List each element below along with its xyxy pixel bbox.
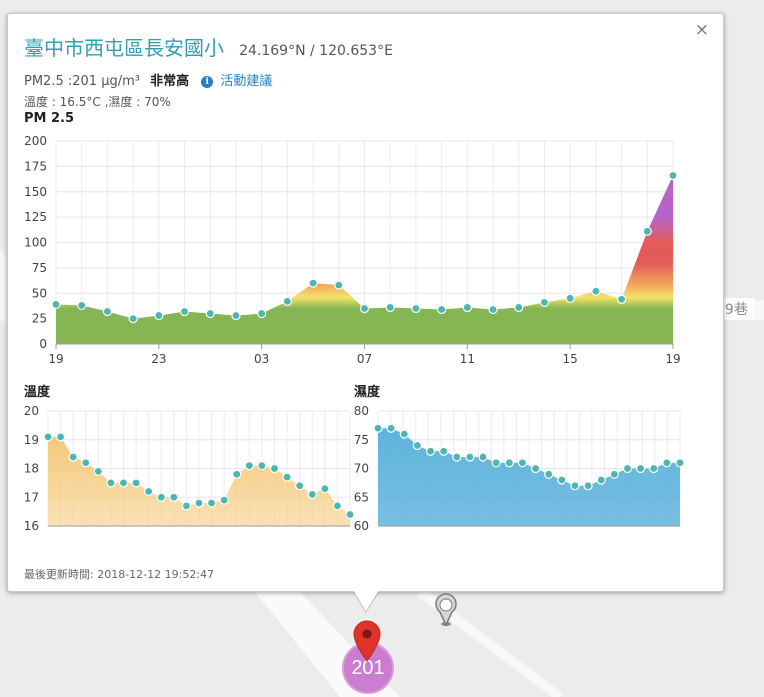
station-popup: × 臺中市西屯區長安國小 24.169°N / 120.653°E PM2.5 … — [7, 13, 724, 592]
data-point — [622, 463, 633, 474]
data-point — [425, 446, 436, 456]
popup-pointer-inner — [353, 590, 379, 611]
map-pin-icon[interactable] — [352, 620, 382, 662]
data-point — [452, 452, 462, 462]
data-point — [412, 440, 422, 451]
data-point — [544, 469, 554, 479]
data-point — [596, 475, 606, 485]
data-point — [570, 481, 580, 491]
last-updated: 最後更新時間: 2018-12-12 19:52:47 — [24, 568, 215, 581]
data-point — [649, 463, 659, 474]
data-point — [478, 452, 488, 462]
selected-station-marker[interactable]: 201 — [340, 620, 396, 697]
data-point — [373, 423, 383, 433]
data-point — [386, 423, 396, 433]
data-point — [439, 446, 449, 456]
y-tick-label: 70 — [354, 462, 369, 476]
data-point — [517, 458, 528, 468]
y-tick-label: 75 — [354, 433, 369, 447]
y-tick-label: 80 — [354, 404, 369, 418]
data-point — [504, 458, 514, 468]
data-point — [557, 475, 567, 485]
humidity-chart: 60 65 70 75 80 — [354, 404, 685, 533]
data-point — [636, 463, 646, 474]
data-point — [675, 458, 685, 468]
data-point — [465, 452, 475, 462]
data-point — [491, 458, 501, 468]
data-point — [530, 463, 541, 474]
y-tick-label: 60 — [354, 519, 369, 533]
station-marker-small[interactable] — [432, 592, 460, 632]
data-point — [583, 481, 593, 491]
data-point — [399, 429, 409, 439]
data-point — [609, 469, 619, 479]
y-tick-label: 65 — [354, 490, 369, 504]
data-point — [662, 458, 672, 468]
